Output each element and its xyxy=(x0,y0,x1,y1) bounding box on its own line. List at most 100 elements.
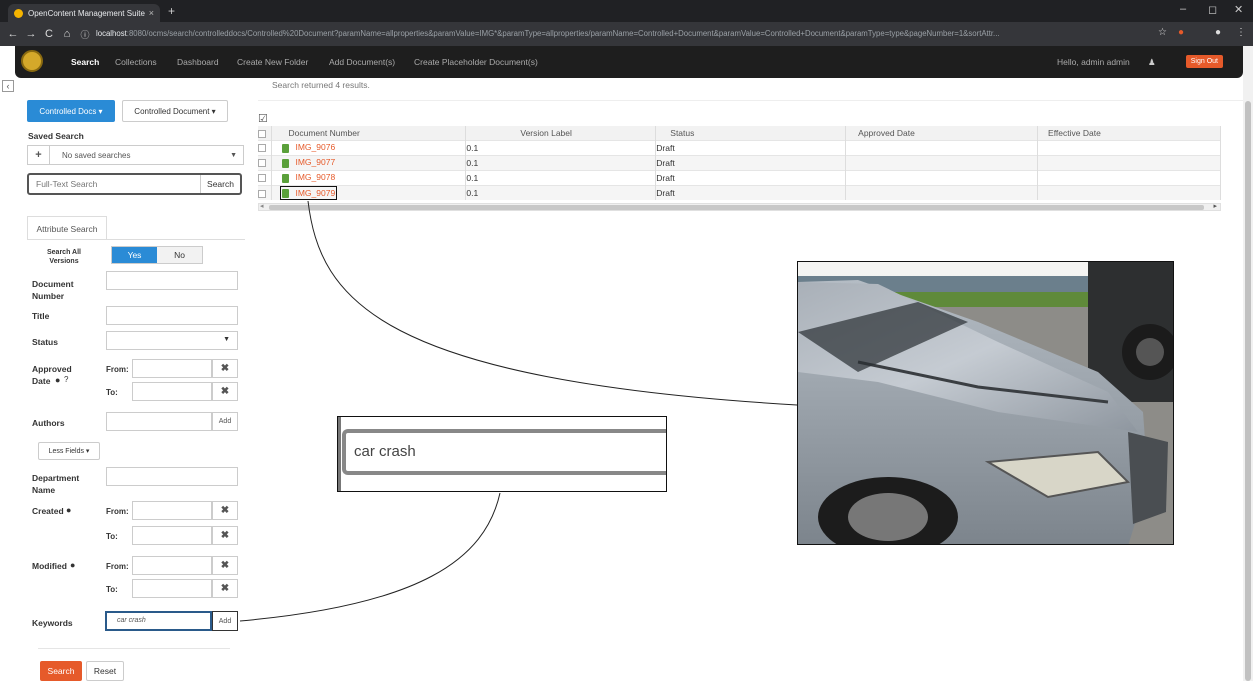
table-row[interactable]: IMG_9077 0.1 Draft xyxy=(258,154,1221,170)
row-checkbox[interactable] xyxy=(258,174,266,183)
row-checkbox-cell xyxy=(258,139,273,155)
keywords-add-button[interactable]: Add xyxy=(212,611,238,631)
status-label: Status xyxy=(32,337,58,347)
document-link[interactable]: IMG_9077 xyxy=(295,157,335,167)
select-all-icon[interactable]: ☑ xyxy=(258,112,268,125)
minimize-icon[interactable]: – xyxy=(1180,3,1186,15)
document-number-label: Document Number xyxy=(32,279,74,301)
browser-tab-bar: OpenContent Management Suite × + – ◻ ✕ xyxy=(0,0,1253,22)
clear-approved-from-icon[interactable]: ✖ xyxy=(212,359,238,378)
document-link[interactable]: IMG_9076 xyxy=(295,142,335,152)
clear-approved-to-icon[interactable]: ✖ xyxy=(212,382,238,401)
saved-search-select[interactable]: + No saved searches ▼ xyxy=(27,145,244,165)
new-tab-button[interactable]: + xyxy=(168,4,175,18)
controlled-document-dropdown[interactable]: Controlled Document ▾ xyxy=(122,100,228,122)
col-header-approved-date[interactable]: Approved Date xyxy=(845,126,1039,140)
fulltext-search-button[interactable]: Search xyxy=(200,175,240,193)
authors-field[interactable] xyxy=(106,412,212,431)
nav-add-documents[interactable]: Add Document(s) xyxy=(329,57,395,67)
browser-tab[interactable]: OpenContent Management Suite × xyxy=(8,4,160,22)
user-icon[interactable]: ♟ xyxy=(1148,57,1156,68)
info-icon[interactable]: ⓘ xyxy=(76,28,94,41)
url-field[interactable]: localhost:8080/ocms/search/controlleddoc… xyxy=(96,26,1126,42)
vertical-scrollbar-thumb[interactable] xyxy=(1245,101,1251,681)
nav-create-placeholder[interactable]: Create Placeholder Document(s) xyxy=(414,57,538,67)
col-header-status[interactable]: Status xyxy=(655,126,847,140)
approved-from-field[interactable] xyxy=(132,359,212,378)
toggle-yes[interactable]: Yes xyxy=(112,247,157,263)
keywords-input[interactable]: car crash xyxy=(105,611,212,631)
clear-modified-to-icon[interactable]: ✖ xyxy=(212,579,238,598)
controlled-docs-dropdown[interactable]: Controlled Docs ▾ xyxy=(27,100,115,122)
document-link[interactable]: IMG_9079 xyxy=(295,188,335,198)
table-header-row: Document Number Version Label Status App… xyxy=(258,126,1221,140)
department-name-field[interactable] xyxy=(106,467,238,486)
approved-to-field[interactable] xyxy=(132,382,212,401)
search-all-versions-toggle[interactable]: Yes No xyxy=(111,246,203,264)
star-icon[interactable]: ☆ xyxy=(1158,27,1167,38)
row-checkbox-cell xyxy=(258,184,273,200)
status-select[interactable]: ▼ xyxy=(106,331,238,350)
profile-icon[interactable]: ● xyxy=(1215,27,1221,38)
clear-created-to-icon[interactable]: ✖ xyxy=(212,526,238,545)
scrollbar-thumb[interactable] xyxy=(269,205,1204,210)
row-checkbox[interactable] xyxy=(258,144,266,153)
scroll-left-icon[interactable]: ◂ xyxy=(260,202,264,210)
header-checkbox[interactable] xyxy=(258,129,266,138)
help-circle-icon[interactable]: ? xyxy=(64,375,68,384)
clear-modified-from-icon[interactable]: ✖ xyxy=(212,556,238,575)
status-cell: Draft xyxy=(655,139,847,155)
created-to-field[interactable] xyxy=(132,526,212,545)
created-to-label: To: xyxy=(106,532,118,541)
back-arrow-icon[interactable]: ← xyxy=(4,28,22,40)
nav-dashboard[interactable]: Dashboard xyxy=(177,57,219,67)
menu-dots-icon[interactable]: ⋮ xyxy=(1236,27,1246,38)
user-greeting: Hello, admin admin xyxy=(1057,57,1130,67)
reload-icon[interactable]: C xyxy=(40,28,58,40)
home-icon[interactable]: ⌂ xyxy=(58,28,76,40)
title-field[interactable] xyxy=(106,306,238,325)
vertical-scrollbar[interactable] xyxy=(1243,46,1253,681)
nav-search[interactable]: Search xyxy=(71,57,99,67)
tab-attribute-search[interactable]: Attribute Search xyxy=(27,216,107,240)
collapse-sidebar-icon[interactable]: ‹ xyxy=(2,80,14,92)
add-saved-search-icon[interactable]: + xyxy=(28,146,50,164)
row-checkbox[interactable] xyxy=(258,189,266,198)
extension-icon[interactable]: ● xyxy=(1178,27,1184,38)
forward-arrow-icon[interactable]: → xyxy=(22,28,40,40)
col-header-effective-date[interactable]: Effective Date xyxy=(1037,126,1221,140)
table-row[interactable]: IMG_9079 0.1 Draft xyxy=(258,184,1221,200)
col-header-version-label[interactable]: Version Label xyxy=(465,126,657,140)
modified-to-field[interactable] xyxy=(132,579,212,598)
document-icon xyxy=(282,173,290,183)
search-button[interactable]: Search xyxy=(40,661,82,681)
app-logo-icon[interactable] xyxy=(21,50,43,72)
tab-close-icon[interactable]: × xyxy=(149,8,154,18)
car-crash-photo xyxy=(798,262,1173,544)
clear-created-from-icon[interactable]: ✖ xyxy=(212,501,238,520)
nav-create-folder[interactable]: Create New Folder xyxy=(237,57,308,67)
less-fields-button[interactable]: Less Fields ▾ xyxy=(38,442,100,460)
maximize-icon[interactable]: ◻ xyxy=(1208,3,1217,16)
col-header-document-number[interactable]: Document Number xyxy=(271,126,467,140)
sign-out-button[interactable]: Sign Out xyxy=(1185,55,1223,68)
document-number-cell: IMG_9079 xyxy=(271,184,467,200)
table-row[interactable]: IMG_9078 0.1 Draft xyxy=(258,169,1221,185)
modified-label: Modified xyxy=(32,561,67,571)
version-cell: 0.1 xyxy=(465,184,657,200)
table-row[interactable]: IMG_9076 0.1 Draft xyxy=(258,139,1221,155)
scroll-right-icon[interactable]: ▸ xyxy=(1213,202,1217,210)
horizontal-scrollbar[interactable]: ◂ ▸ xyxy=(258,203,1221,211)
toggle-no[interactable]: No xyxy=(157,247,202,263)
authors-add-button[interactable]: Add xyxy=(212,412,238,431)
created-from-field[interactable] xyxy=(132,501,212,520)
fulltext-search-input[interactable] xyxy=(29,179,200,189)
reset-button[interactable]: Reset xyxy=(86,661,124,681)
close-window-icon[interactable]: ✕ xyxy=(1234,3,1243,16)
nav-collections[interactable]: Collections xyxy=(115,57,157,67)
info-circle-icon: ● xyxy=(55,375,61,385)
document-link[interactable]: IMG_9078 xyxy=(295,172,335,182)
row-checkbox[interactable] xyxy=(258,159,266,168)
modified-from-field[interactable] xyxy=(132,556,212,575)
document-number-field[interactable] xyxy=(106,271,238,290)
